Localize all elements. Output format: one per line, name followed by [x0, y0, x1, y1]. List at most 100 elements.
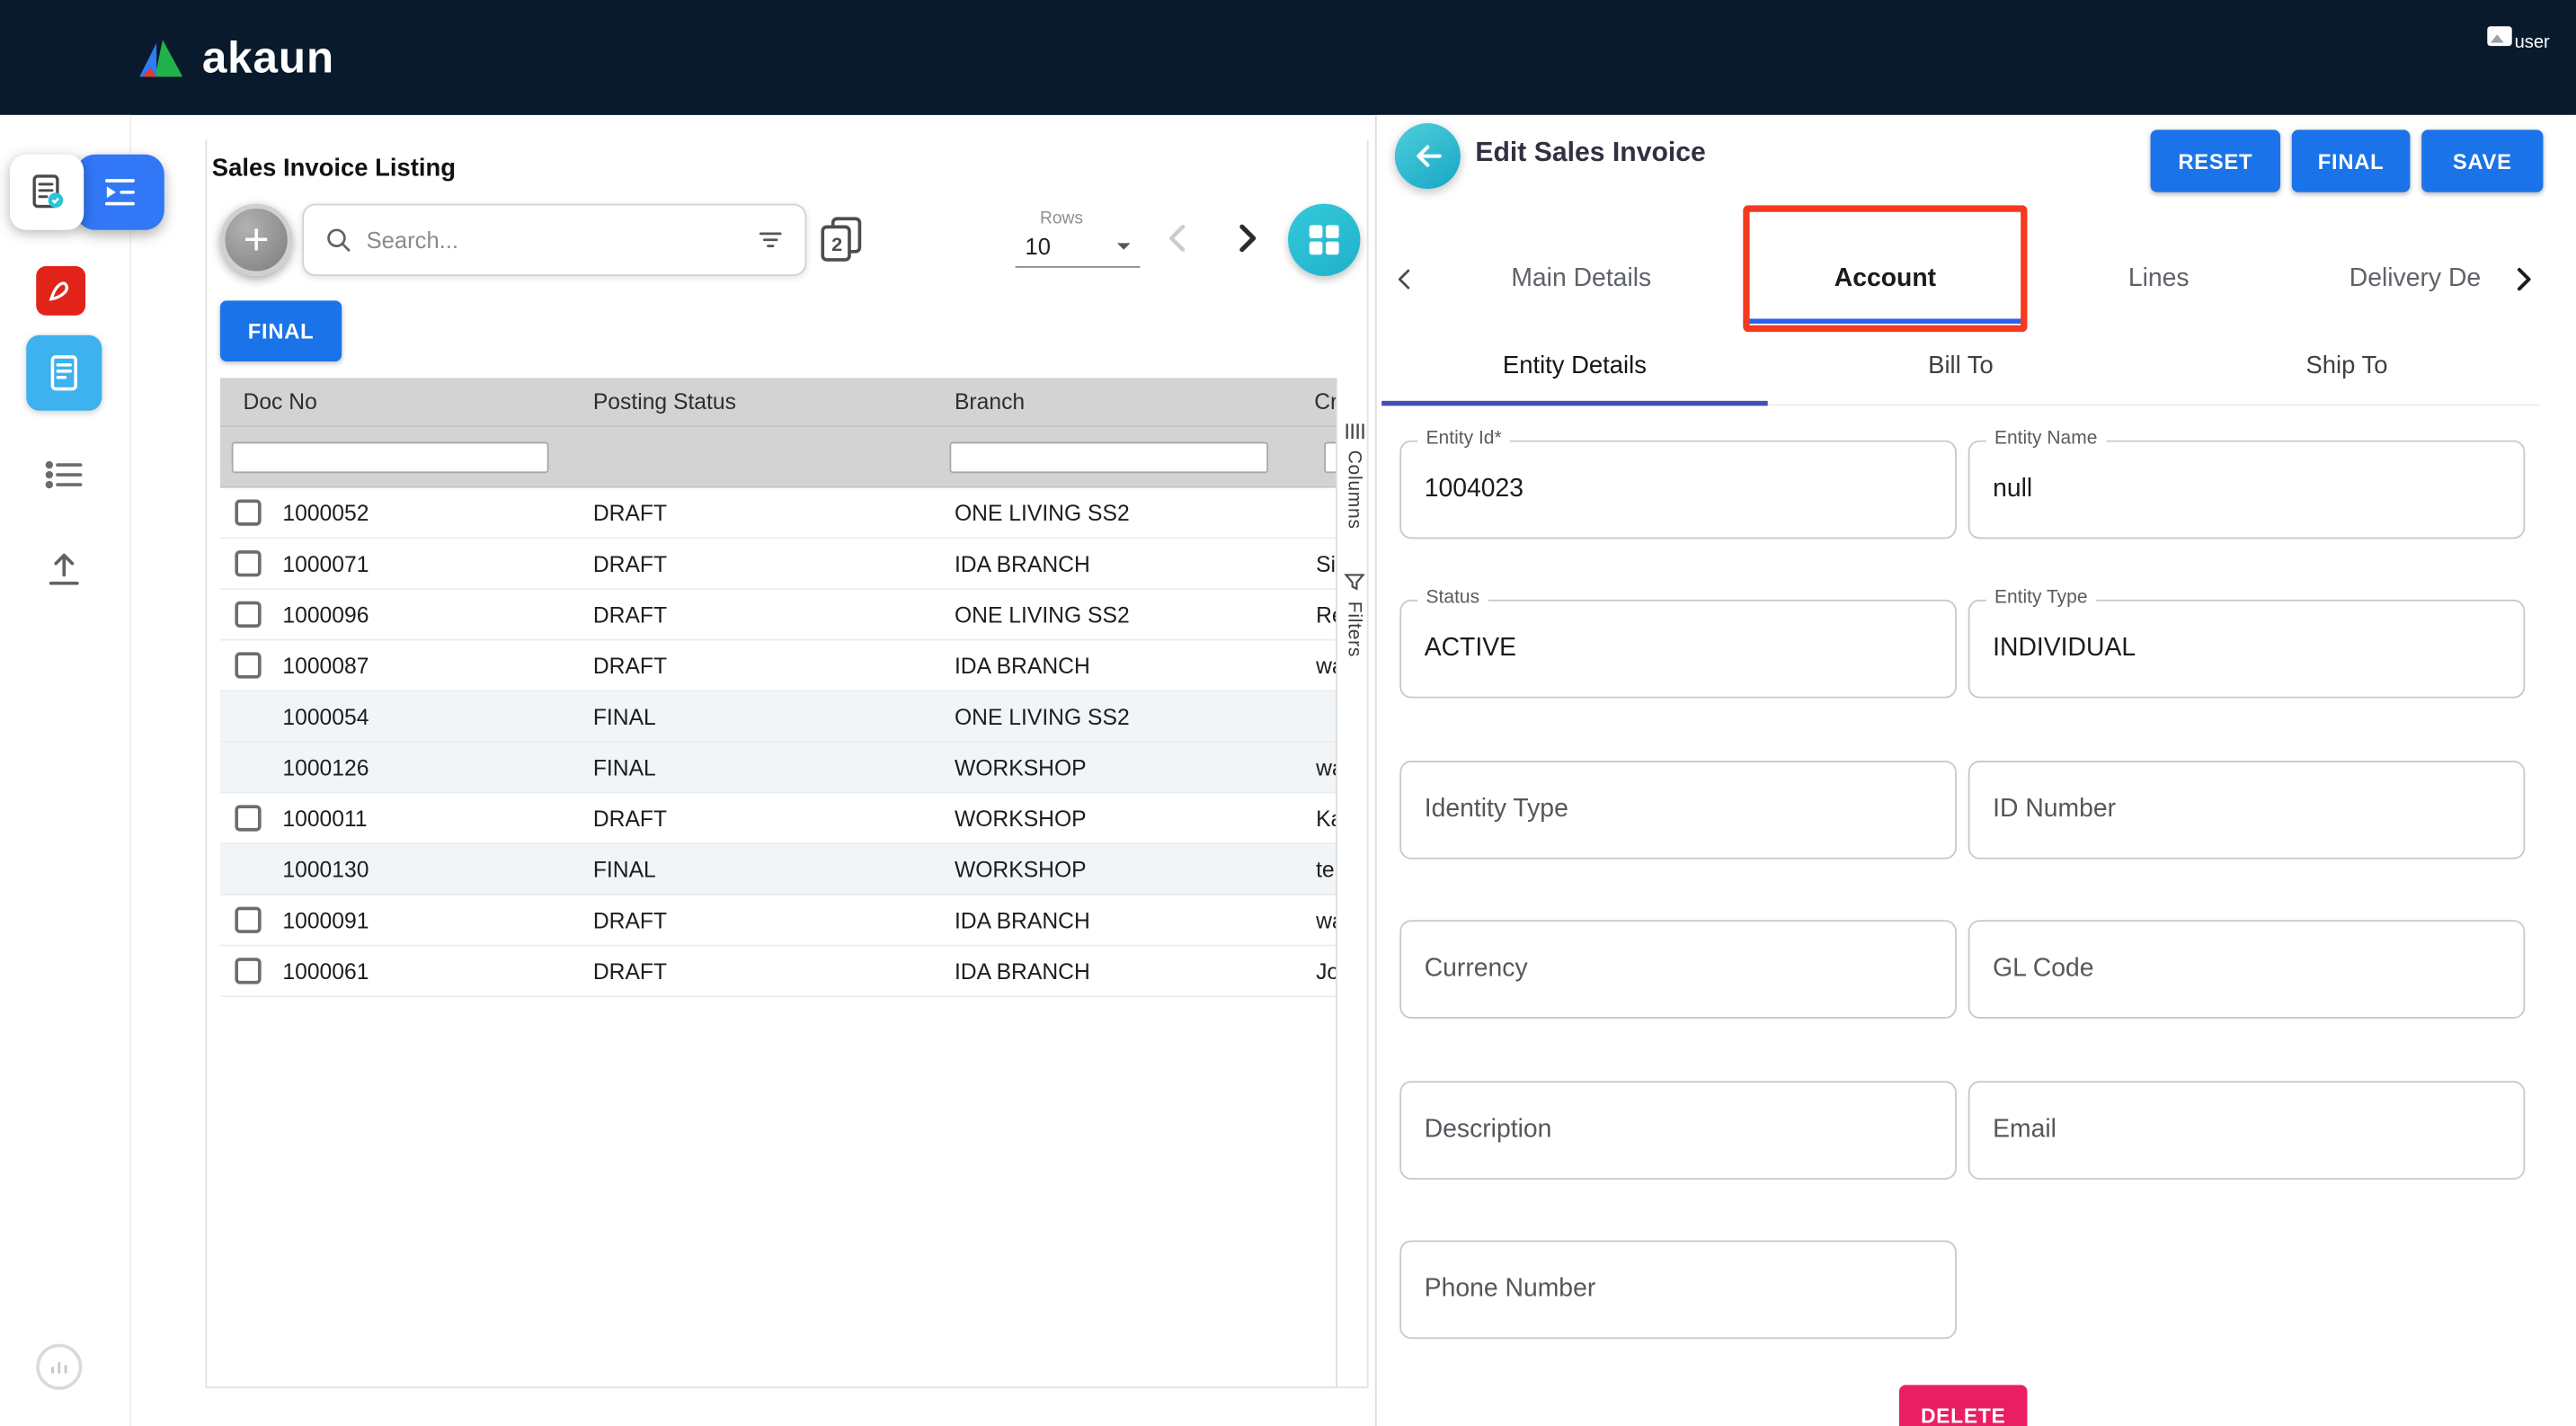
reset-button[interactable]: RESET	[2151, 129, 2280, 192]
next-page-button[interactable]	[1226, 217, 1269, 260]
tab-delivery-details[interactable]: Delivery De	[2290, 235, 2507, 324]
branch-cell: ONE LIVING SS2	[941, 602, 1302, 627]
row-checkbox[interactable]	[235, 805, 261, 831]
header-extra: Cr	[1302, 389, 1336, 414]
chevron-left-icon	[1390, 264, 1419, 294]
posting-status-cell: DRAFT	[580, 653, 941, 677]
funnel-icon	[1343, 572, 1364, 593]
currency-field[interactable]: Currency	[1399, 920, 1957, 1019]
subtab-entity-details[interactable]: Entity Details	[1381, 327, 1768, 405]
entity-type-value: INDIVIDUAL	[1993, 602, 2136, 697]
entity-id-field[interactable]: Entity Id* 1004023	[1399, 441, 1957, 539]
posting-status-cell: FINAL	[580, 755, 941, 780]
grid-icon	[1306, 222, 1342, 258]
final-filter-button[interactable]: FINAL	[220, 300, 342, 361]
filters-toggle[interactable]: Filters	[1343, 572, 1364, 657]
entity-type-field[interactable]: Entity Type INDIVIDUAL	[1968, 600, 2526, 699]
doc-no-cell: 1000091	[282, 908, 369, 932]
subtab-bill-to[interactable]: Bill To	[1768, 327, 2154, 405]
filter-extra-input[interactable]	[1324, 441, 1336, 473]
extra-cell: wa	[1302, 653, 1336, 677]
search-input[interactable]	[367, 227, 743, 253]
posting-status-cell: DRAFT	[580, 551, 941, 575]
filter-lines-icon[interactable]	[756, 225, 786, 254]
subtab-ship-to[interactable]: Ship To	[2154, 327, 2540, 405]
receipt-shortcut-button[interactable]	[10, 155, 84, 230]
table-row[interactable]: 1000054 FINAL ONE LIVING SS2	[220, 691, 1336, 743]
description-field[interactable]: Description	[1399, 1081, 1957, 1180]
sidebar-expand-button[interactable]	[76, 155, 164, 230]
table-row[interactable]: 1000011 DRAFT WORKSHOP Ka	[220, 794, 1336, 845]
logo-text: akaun	[202, 32, 334, 84]
row-checkbox[interactable]	[235, 907, 261, 933]
posting-status-cell: DRAFT	[580, 908, 941, 932]
table-row[interactable]: 1000126 FINAL WORKSHOP wa	[220, 743, 1336, 794]
doc-no-cell: 1000087	[282, 653, 369, 677]
rows-per-page[interactable]: Rows 10	[1016, 209, 1141, 268]
table-row[interactable]: 1000087 DRAFT IDA BRANCH wa	[220, 641, 1336, 692]
phone-number-field[interactable]: Phone Number	[1399, 1241, 1957, 1340]
id-number-field[interactable]: ID Number	[1968, 761, 2526, 860]
main-tab-bar: Main Details Account Lines Delivery De	[1390, 235, 2539, 324]
row-checkbox[interactable]	[235, 958, 261, 984]
user-label: user	[2515, 33, 2550, 53]
pdf-export-button[interactable]	[36, 266, 85, 316]
table-row[interactable]: 1000091 DRAFT IDA BRANCH wa	[220, 896, 1336, 947]
sales-invoice-module-button[interactable]	[26, 335, 102, 411]
header-branch: Branch	[941, 389, 1302, 414]
tab-account[interactable]: Account	[1743, 235, 2027, 324]
filter-doc-no-input[interactable]	[232, 441, 549, 473]
gl-code-field[interactable]: GL Code	[1968, 920, 2526, 1019]
tabs-scroll-right[interactable]	[2507, 235, 2540, 324]
doc-no-cell: 1000011	[282, 806, 367, 830]
list-view-button[interactable]	[40, 453, 89, 496]
table-row[interactable]: 1000096 DRAFT ONE LIVING SS2 Re	[220, 590, 1336, 641]
sidebar-expand-icon	[100, 173, 139, 212]
filter-branch-input[interactable]	[949, 441, 1268, 473]
filters-label: Filters	[1344, 602, 1364, 657]
doc-no-cell: 1000054	[282, 704, 369, 728]
row-checkbox[interactable]	[235, 550, 261, 576]
identity-type-field[interactable]: Identity Type	[1399, 761, 1957, 860]
back-arrow-icon	[1409, 138, 1445, 174]
back-button[interactable]	[1395, 123, 1461, 189]
row-checkbox[interactable]	[235, 499, 261, 525]
svg-text:2: 2	[831, 233, 842, 255]
entity-name-field[interactable]: Entity Name null	[1968, 441, 2526, 539]
row-checkbox[interactable]	[235, 652, 261, 678]
branch-cell: ONE LIVING SS2	[941, 500, 1302, 524]
posting-status-cell: DRAFT	[580, 806, 941, 830]
row-checkbox[interactable]	[235, 602, 261, 628]
branch-cell: WORKSHOP	[941, 857, 1302, 881]
akaun-logo[interactable]: akaun	[138, 0, 335, 115]
delete-button[interactable]: DELETE	[1899, 1385, 2028, 1426]
extra-cell: Si	[1302, 551, 1336, 575]
tab-lines[interactable]: Lines	[2028, 235, 2290, 324]
email-field[interactable]: Email	[1968, 1081, 2526, 1180]
save-button[interactable]: SAVE	[2421, 129, 2543, 192]
table-row[interactable]: 1000130 FINAL WORKSHOP te	[220, 844, 1336, 896]
duplicate-pages-button[interactable]: 2	[815, 214, 867, 266]
prev-page-button[interactable]	[1157, 217, 1200, 260]
editor-title: Edit Sales Invoice	[1475, 138, 1705, 169]
search-box	[302, 204, 806, 276]
table-row[interactable]: 1000061 DRAFT IDA BRANCH Jo	[220, 946, 1336, 997]
columns-toggle[interactable]: Columns	[1343, 421, 1364, 530]
list-icon	[43, 457, 86, 493]
table-row[interactable]: 1000071 DRAFT IDA BRANCH Si	[220, 539, 1336, 590]
upload-button[interactable]	[40, 548, 89, 592]
status-field[interactable]: Status ACTIVE	[1399, 600, 1957, 699]
final-button[interactable]: FINAL	[2292, 129, 2411, 192]
stats-button[interactable]	[36, 1344, 82, 1390]
invoice-icon	[43, 352, 86, 395]
tab-main-details[interactable]: Main Details	[1419, 235, 1743, 324]
table-row[interactable]: 1000052 DRAFT ONE LIVING SS2	[220, 488, 1336, 539]
grid-view-button[interactable]	[1288, 204, 1360, 276]
rows-select[interactable]: 10	[1016, 233, 1141, 267]
columns-label: Columns	[1344, 450, 1364, 530]
add-invoice-button[interactable]: +	[220, 204, 292, 276]
extra-cell: Jo	[1302, 958, 1336, 983]
user-avatar[interactable]: user	[2487, 26, 2550, 52]
tabs-scroll-left[interactable]	[1390, 235, 1419, 324]
extra-cell: Ka	[1302, 806, 1336, 830]
